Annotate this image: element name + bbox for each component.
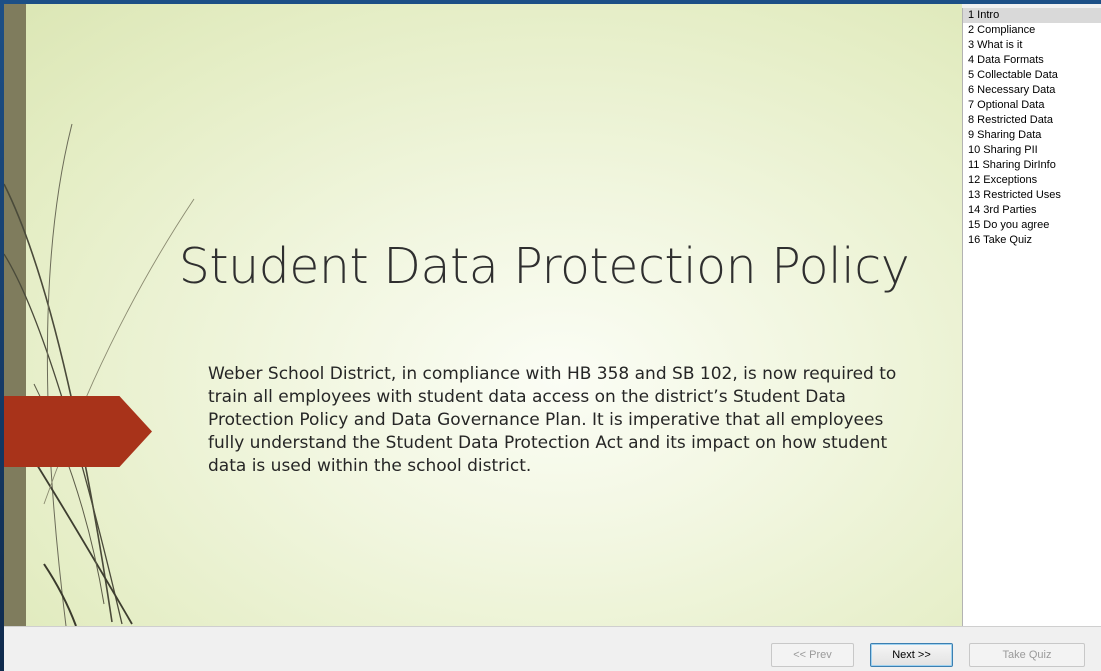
slide-list-item[interactable]: 10 Sharing PII xyxy=(963,143,1101,158)
slide-list-item[interactable]: 13 Restricted Uses xyxy=(963,188,1101,203)
slide-list-item[interactable]: 4 Data Formats xyxy=(963,53,1101,68)
slide-title: Student Data Protection Policy xyxy=(178,238,910,295)
slide-body-text: Weber School District, in compliance wit… xyxy=(208,364,897,476)
slide-list[interactable]: 1 Intro 2 Compliance 3 What is it 4 Data Fo… xyxy=(962,8,1101,626)
presentation-window: Student Data Protection Policy Weber Sch… xyxy=(4,4,1101,671)
prev-button[interactable]: << Prev xyxy=(771,643,854,667)
slide-list-item[interactable]: 14 3rd Parties xyxy=(963,203,1101,218)
slide-list-item[interactable]: 11 Sharing DirInfo xyxy=(963,158,1101,173)
slide-canvas: Student Data Protection Policy Weber Sch… xyxy=(4,4,962,626)
slide-list-item[interactable]: 7 Optional Data xyxy=(963,98,1101,113)
slide-list-item[interactable]: 15 Do you agree xyxy=(963,218,1101,233)
slide-list-item[interactable]: 3 What is it xyxy=(963,38,1101,53)
slide-list-item[interactable]: 2 Compliance xyxy=(963,23,1101,38)
slide-list-item[interactable]: 5 Collectable Data xyxy=(963,68,1101,83)
slide-list-item[interactable]: 9 Sharing Data xyxy=(963,128,1101,143)
slide-list-item[interactable]: 8 Restricted Data xyxy=(963,113,1101,128)
slide-list-item[interactable]: 16 Take Quiz xyxy=(963,233,1101,248)
decorative-swoosh-lines xyxy=(4,123,195,626)
slide-list-item[interactable]: 1 Intro xyxy=(963,8,1101,23)
slide-list-item[interactable]: 6 Necessary Data xyxy=(963,83,1101,98)
take-quiz-button[interactable]: Take Quiz xyxy=(969,643,1085,667)
next-button[interactable]: Next >> xyxy=(870,643,953,667)
navigation-bar: << Prev Next >> Take Quiz xyxy=(4,626,1101,671)
slide-list-item[interactable]: 12 Exceptions xyxy=(963,173,1101,188)
